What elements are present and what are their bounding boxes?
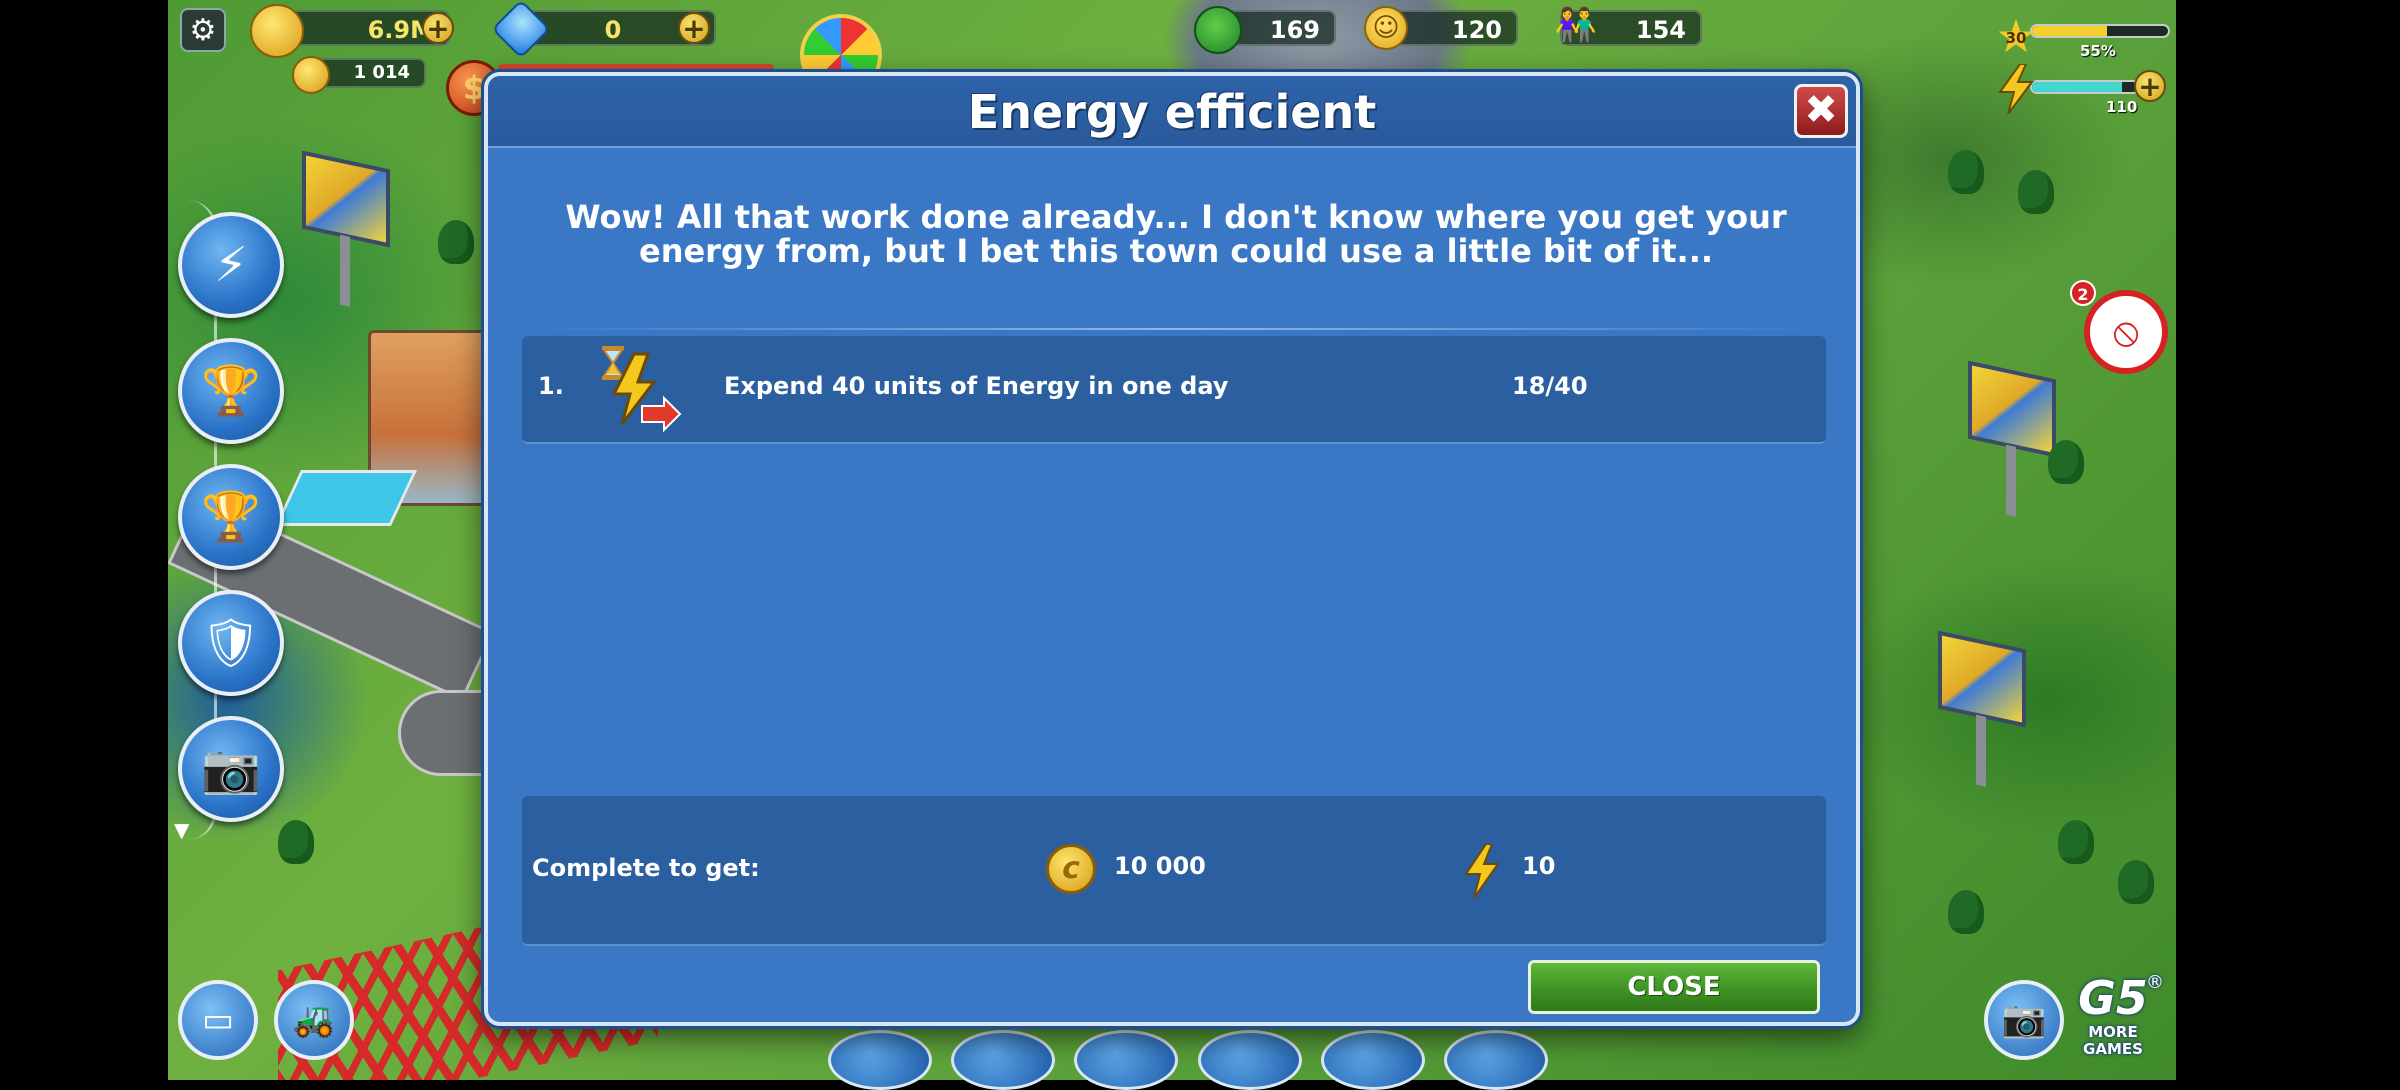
- add-gems-button[interactable]: +: [678, 12, 710, 44]
- tree: [2048, 440, 2084, 484]
- energy-quest-button[interactable]: ⚡: [178, 212, 284, 318]
- task-description: Expend 40 units of Energy in one day: [724, 372, 1229, 400]
- energy-bar-fill: [2032, 82, 2123, 92]
- trophy-people-icon: 🏆: [201, 489, 261, 545]
- reward-box: Complete to get: c 10 000 10: [522, 796, 1826, 946]
- energy-bolt-icon: [1464, 844, 1500, 898]
- population-value: 154: [1635, 16, 1686, 44]
- games-label: GAMES: [2083, 1040, 2143, 1058]
- energy-value: 110: [2106, 98, 2138, 116]
- happiness-value: 120: [1451, 16, 1502, 44]
- billboard[interactable]: [302, 150, 390, 248]
- add-coins-button[interactable]: +: [422, 12, 454, 44]
- billboard[interactable]: [1938, 630, 2026, 728]
- toolbar-button[interactable]: [1197, 1030, 1302, 1090]
- g5-more-games-button[interactable]: G5 MORE GAMES ®: [2070, 971, 2164, 1072]
- tree: [2018, 170, 2054, 214]
- divider: [528, 328, 1824, 330]
- task-progress: 18/40: [1512, 372, 1588, 400]
- fire-shield-button[interactable]: 🛡: [178, 590, 284, 696]
- eco-trophy-button[interactable]: 🏆: [178, 338, 284, 444]
- coins-icon: [250, 4, 304, 58]
- tree-icon: [1194, 6, 1242, 54]
- trees-value: 169: [1269, 16, 1320, 44]
- g5-logo: G5: [2078, 971, 2148, 1025]
- tree: [2118, 860, 2154, 904]
- pool: [274, 470, 418, 526]
- xp-percent: 55%: [2080, 42, 2116, 60]
- tree: [1948, 890, 1984, 934]
- notification-count: 2: [2070, 280, 2096, 306]
- toolbar-button[interactable]: [828, 1030, 932, 1090]
- xp-bar: [2030, 24, 2170, 38]
- coin-icon: c: [1046, 844, 1096, 894]
- level-value: 30: [2005, 29, 2027, 47]
- registered-icon: ®: [2146, 972, 2164, 993]
- reward-energy: 10: [1522, 852, 1556, 880]
- task-number: 1.: [538, 372, 564, 400]
- tree: [278, 820, 314, 864]
- quest-dialog: Energy efficient ✖ Wow! All that work do…: [484, 72, 1860, 1026]
- camera-album-button[interactable]: 📷: [178, 716, 284, 822]
- cash-bonus-value: 1 014: [353, 62, 410, 83]
- more-label: MORE: [2088, 1023, 2138, 1041]
- toolbar-button[interactable]: [1320, 1030, 1425, 1090]
- reward-coins: 10 000: [1114, 852, 1206, 880]
- cash-bonus-icon: [292, 56, 330, 94]
- toolbar-button[interactable]: [1074, 1030, 1179, 1090]
- level-star-icon: ★ 30: [1995, 9, 2037, 63]
- billboard[interactable]: [1968, 360, 2056, 458]
- trophy-tree-icon: 🏆: [201, 363, 261, 419]
- energy-hourglass-arrow-icon: [602, 346, 682, 433]
- smile-icon: ☺: [1364, 6, 1408, 50]
- toolbar-button[interactable]: [1443, 1030, 1548, 1090]
- add-energy-button[interactable]: +: [2134, 70, 2166, 102]
- tree: [1948, 150, 1984, 194]
- energy-quest-icon: ⚡: [214, 237, 248, 293]
- energy-bolt-icon: [1998, 64, 2034, 114]
- no-cars-icon[interactable]: ⦸: [2084, 290, 2168, 374]
- xp-bar-fill: [2032, 26, 2107, 36]
- energy-bar: [2030, 80, 2140, 94]
- task-row: 1. Expend 40 units of Energy in one day …: [522, 336, 1826, 444]
- settings-gear-icon[interactable]: ⚙: [180, 8, 226, 52]
- road-build-button[interactable]: ▭: [178, 980, 258, 1060]
- camera-icon: 📷: [201, 741, 261, 797]
- bulldozer-button[interactable]: 🚜: [274, 980, 354, 1060]
- collapse-arrow-icon[interactable]: ▼: [174, 818, 189, 842]
- screenshot-camera-button[interactable]: 📷: [1984, 980, 2064, 1060]
- reward-label: Complete to get:: [532, 854, 760, 882]
- build-toolbar: [828, 1030, 1548, 1090]
- fire-shield-icon: 🛡: [200, 615, 262, 671]
- close-button[interactable]: CLOSE: [1528, 960, 1820, 1014]
- tree: [438, 220, 474, 264]
- population-trophy-button[interactable]: 🏆: [178, 464, 284, 570]
- tree: [2058, 820, 2094, 864]
- dialog-title: Energy efficient: [967, 85, 1377, 139]
- toolbar-button[interactable]: [951, 1030, 1056, 1090]
- quest-intro-text: Wow! All that work done already... I don…: [565, 198, 1787, 270]
- people-icon: 👫: [1554, 6, 1598, 46]
- gems-value: 0: [604, 16, 622, 44]
- close-icon[interactable]: ✖: [1794, 84, 1848, 138]
